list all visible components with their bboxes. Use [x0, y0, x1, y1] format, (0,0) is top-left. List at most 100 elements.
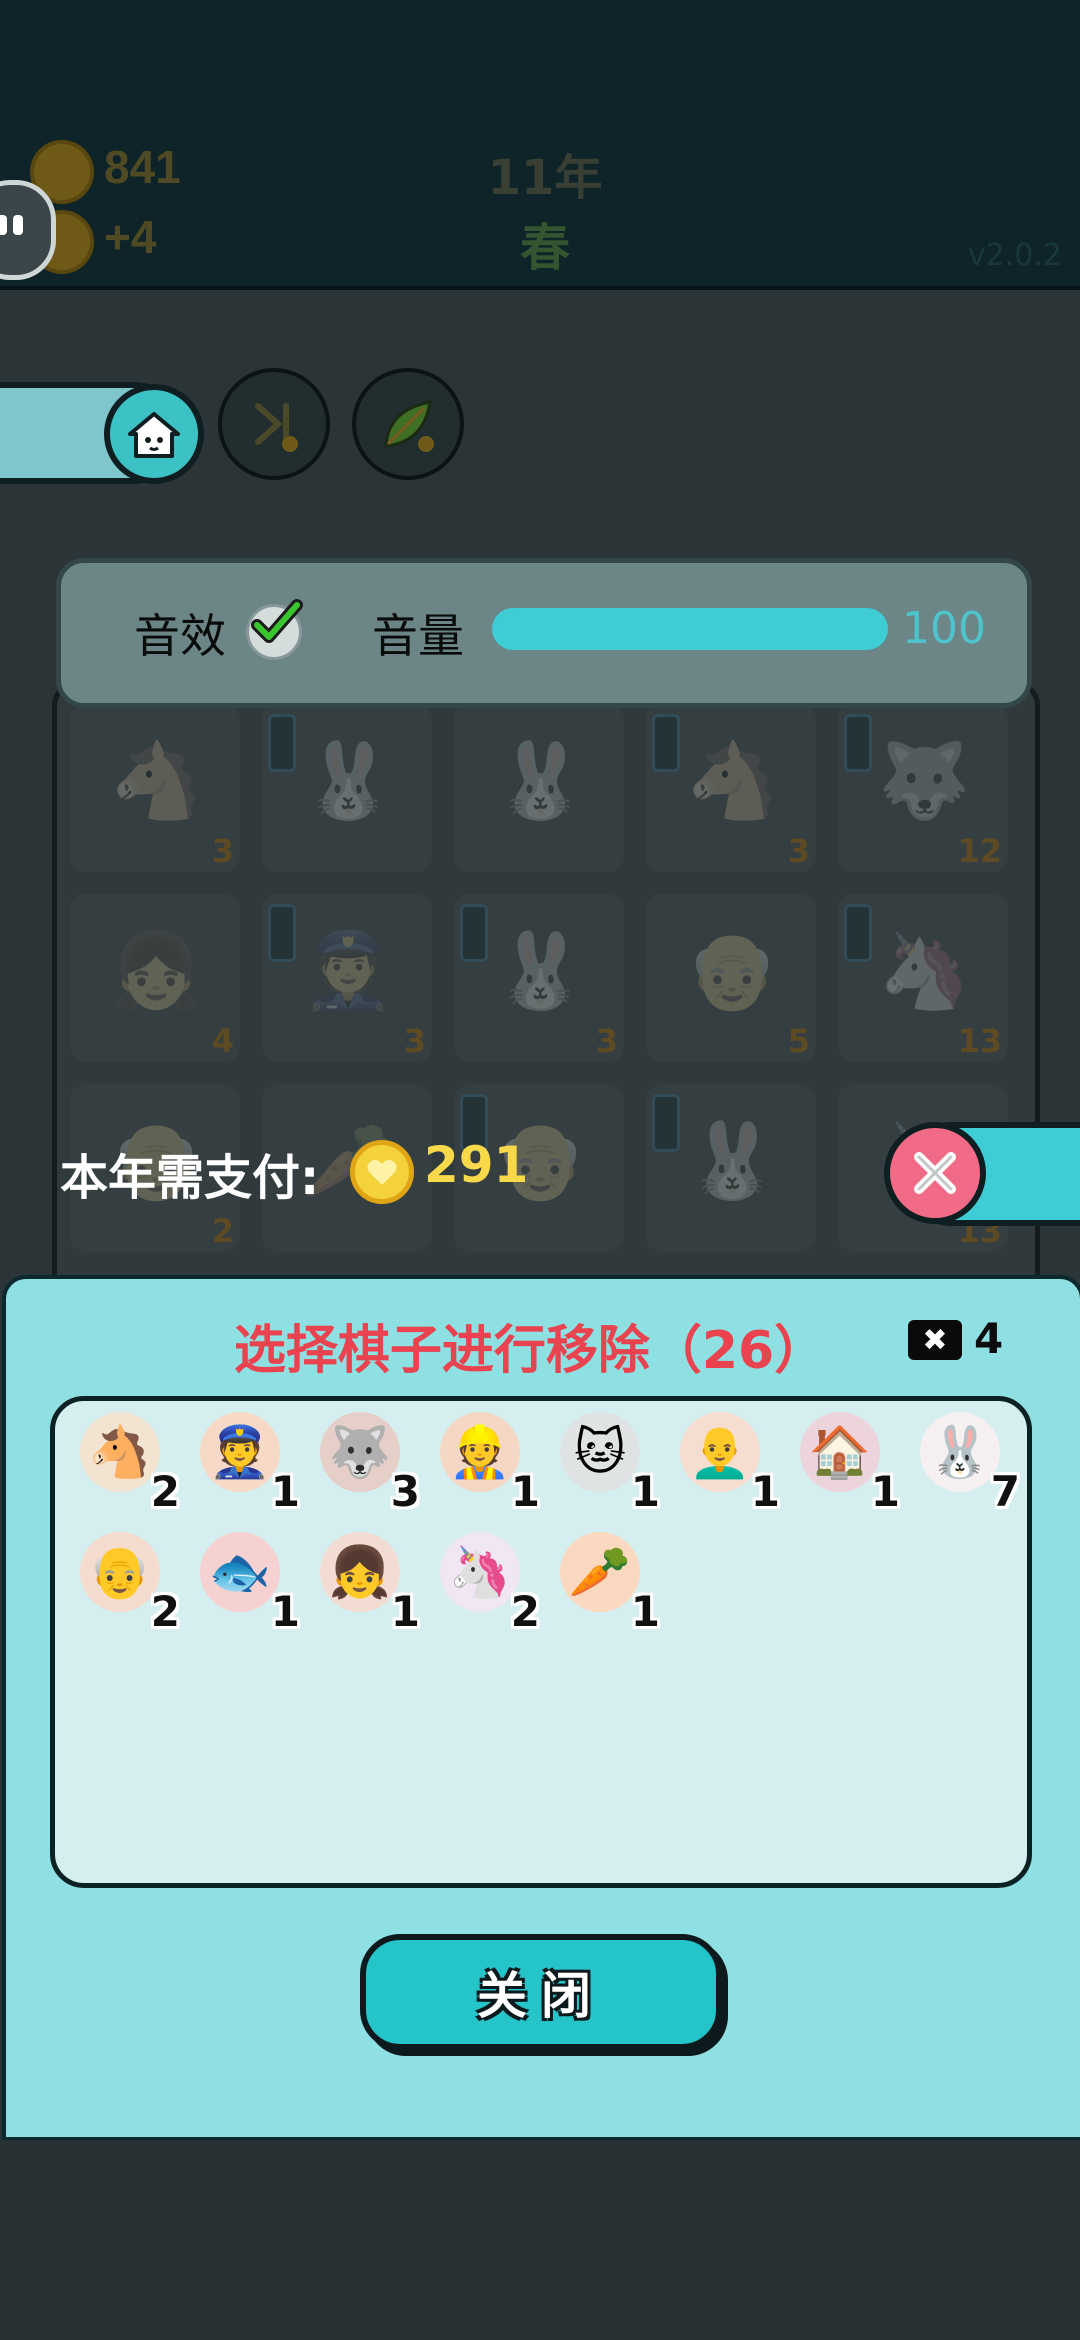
- coin-count: 841: [104, 141, 181, 193]
- piece-count: 2: [510, 1587, 540, 1636]
- annual-payment-label: 本年需支付:: [60, 1150, 320, 1206]
- cell-count: 4: [211, 1022, 234, 1060]
- unicorn-icon: 🦄: [878, 928, 971, 1014]
- leaf-button[interactable]: [352, 368, 464, 480]
- piece-count: 1: [510, 1467, 540, 1516]
- piece-count: 1: [390, 1587, 420, 1636]
- check-icon: [251, 599, 303, 643]
- girl-icon: 👧: [110, 928, 203, 1014]
- piece-count: 1: [630, 1587, 660, 1636]
- board-cell: 🐴 3: [70, 704, 240, 872]
- rarity-tag: [844, 714, 872, 772]
- carrot-icon: 🥕: [560, 1532, 640, 1612]
- police-icon: 👮: [302, 928, 395, 1014]
- old-man-icon: 👴: [686, 928, 779, 1014]
- piece-item[interactable]: 👧 1: [310, 1530, 420, 1636]
- board-cell: 🐰: [262, 704, 432, 872]
- piece-grid: 🐴 2 👮 1 🐺 3 👷 1 🐱 1 👨‍🦲 1 🏠 1 🐰 7 👴 2 🐟 1 👧 1 🦄 2 🥕 1: [70, 1410, 1020, 1850]
- cell-count: 12: [957, 832, 1002, 870]
- girl-icon: 👧: [320, 1532, 400, 1612]
- rarity-tag: [268, 904, 296, 962]
- board-cell: 🐴 3: [646, 704, 816, 872]
- leaf-icon: [384, 400, 434, 452]
- rarity-tag: [652, 714, 680, 772]
- piece-item[interactable]: 👷 1: [430, 1410, 540, 1516]
- board-cell: 👴 5: [646, 894, 816, 1062]
- piece-item[interactable]: 🐟 1: [190, 1530, 300, 1636]
- skip-icon: [255, 403, 298, 452]
- board-cell: 🐰 3: [454, 894, 624, 1062]
- piece-item[interactable]: 👨‍🦲 1: [670, 1410, 780, 1516]
- grandpa-icon: 👴: [80, 1532, 160, 1612]
- year-label: 11年: [487, 150, 603, 206]
- board-cell: 👮 3: [262, 894, 432, 1062]
- volume-slider-fill: [492, 608, 888, 650]
- home-button[interactable]: [104, 384, 204, 484]
- piece-count: 1: [630, 1467, 660, 1516]
- rabbit-icon: 🐰: [494, 928, 587, 1014]
- husky-icon: 🐺: [320, 1412, 400, 1492]
- board-cell: 🐺 12: [838, 704, 1008, 872]
- board-cell: 🐰: [454, 704, 624, 872]
- volume-value: 100: [902, 603, 986, 654]
- police-icon: 👮: [200, 1412, 280, 1492]
- piece-count: 2: [150, 1587, 180, 1636]
- bottom-area: [0, 2140, 1080, 2340]
- piece-count: 1: [870, 1467, 900, 1516]
- horse-icon: 🐴: [110, 738, 203, 824]
- rarity-tag: [652, 1094, 680, 1152]
- volume-slider[interactable]: [492, 608, 888, 650]
- cell-count: 3: [787, 832, 810, 870]
- income-count: +4: [104, 211, 157, 263]
- rabbit-icon: 🐰: [302, 738, 395, 824]
- season-label: 春: [520, 219, 570, 277]
- cell-count: 2: [211, 1212, 234, 1250]
- piece-item[interactable]: 🐱 1: [550, 1410, 660, 1516]
- piece-count: 1: [270, 1467, 300, 1516]
- piece-item[interactable]: 🦄 2: [430, 1530, 540, 1636]
- sound-effect-label: 音效: [134, 609, 226, 663]
- piece-count: 2: [150, 1467, 180, 1516]
- bald-man-icon: 👨‍🦲: [680, 1412, 760, 1492]
- piece-item[interactable]: 🐰 7: [910, 1410, 1020, 1516]
- rabbit-icon: 🐰: [494, 738, 587, 824]
- piece-item[interactable]: 🐴 2: [70, 1410, 180, 1516]
- cell-count: 3: [595, 1022, 618, 1060]
- annual-payment-amount: 291: [424, 1136, 529, 1194]
- piece-count: 7: [990, 1467, 1020, 1516]
- sound-effect-toggle[interactable]: [246, 599, 303, 660]
- remove-button[interactable]: [884, 1122, 986, 1224]
- unicorn-icon: 🦄: [440, 1532, 520, 1612]
- dialog-title: 选择棋子进行移除（26）: [233, 1321, 827, 1381]
- piece-item[interactable]: 🏠 1: [790, 1410, 900, 1516]
- close-button-label: 关闭: [477, 1967, 605, 2025]
- board-cell: 🐰: [646, 1084, 816, 1252]
- heart-coin-icon: [350, 1140, 414, 1204]
- rarity-tag: [460, 904, 488, 962]
- house-icon: [128, 412, 180, 458]
- piece-count: 3: [390, 1467, 420, 1516]
- horse-icon: 🐴: [80, 1412, 160, 1492]
- rabbit-icon: 🐰: [920, 1412, 1000, 1492]
- house-icon: 🏠: [800, 1412, 880, 1492]
- piece-item[interactable]: 🥕 1: [550, 1530, 660, 1636]
- rabbit-icon: 🐰: [686, 1118, 779, 1204]
- piece-item[interactable]: 👮 1: [190, 1410, 300, 1516]
- heart-icon: [367, 1159, 397, 1185]
- version-label: v2.0.2: [967, 238, 1062, 273]
- koi-fish-icon: 🐟: [200, 1532, 280, 1612]
- close-button[interactable]: 关闭: [360, 1934, 722, 2050]
- husky-icon: 🐺: [878, 738, 971, 824]
- cat-icon: 🐱: [560, 1412, 640, 1492]
- horse-icon: 🐴: [686, 738, 779, 824]
- volume-label: 音量: [372, 609, 464, 663]
- worker-icon: 👷: [440, 1412, 520, 1492]
- piece-count: 1: [750, 1467, 780, 1516]
- skip-button[interactable]: [218, 368, 330, 480]
- piece-count: 1: [270, 1587, 300, 1636]
- x-icon: [914, 1152, 956, 1194]
- rarity-tag: [268, 714, 296, 772]
- piece-item[interactable]: 👴 2: [70, 1530, 180, 1636]
- remove-count: 4: [974, 1314, 1004, 1363]
- piece-item[interactable]: 🐺 3: [310, 1410, 420, 1516]
